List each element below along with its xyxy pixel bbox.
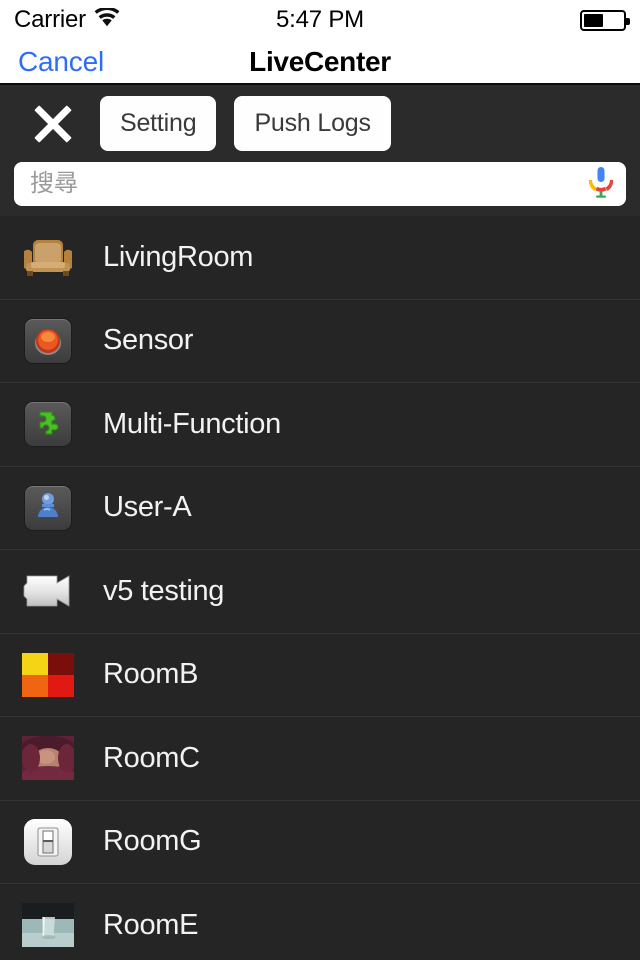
list-item[interactable]: RoomB xyxy=(0,633,640,717)
list-item-icon xyxy=(20,317,75,365)
baby-photo-thumbnail xyxy=(20,734,75,782)
device-list[interactable]: LivingRoom Sensor Multi-Function User-A … xyxy=(0,216,640,960)
battery-icon xyxy=(580,9,630,31)
status-bar-left: Carrier xyxy=(14,6,120,34)
green-puzzle-icon xyxy=(23,401,72,448)
list-item[interactable]: Sensor xyxy=(0,299,640,383)
battery-fill xyxy=(584,13,603,27)
wifi-icon xyxy=(94,6,120,32)
search-field[interactable] xyxy=(14,162,626,206)
blue-user-pawn-icon xyxy=(23,484,72,531)
list-item[interactable]: v5 testing xyxy=(0,550,640,634)
list-item-label: LivingRoom xyxy=(103,240,254,273)
list-item-label: RoomB xyxy=(103,658,199,691)
color-quadrant-thumbnail xyxy=(20,651,75,699)
navigation-bar: Cancel LiveCenter xyxy=(0,40,640,85)
setting-button[interactable]: Setting xyxy=(100,96,217,151)
status-bar-right xyxy=(580,9,630,31)
list-item-icon xyxy=(20,400,75,448)
red-sensor-icon xyxy=(23,317,72,364)
list-item-label: RoomG xyxy=(103,825,202,858)
search-bar-container xyxy=(0,162,640,216)
video-camera-icon xyxy=(20,567,75,615)
list-item-label: Sensor xyxy=(103,324,194,357)
push-logs-button[interactable]: Push Logs xyxy=(234,96,391,151)
list-item-icon xyxy=(20,818,75,866)
list-item-icon xyxy=(20,484,75,532)
list-item-label: RoomC xyxy=(103,741,200,774)
glass-photo-thumbnail xyxy=(20,901,75,949)
list-item[interactable]: Multi-Function xyxy=(0,383,640,467)
list-item[interactable]: LivingRoom xyxy=(0,216,640,300)
list-item-label: Multi-Function xyxy=(103,407,281,440)
status-bar: Carrier 5:47 PM xyxy=(0,0,640,40)
cancel-button[interactable]: Cancel xyxy=(18,46,104,78)
list-item-label: User-A xyxy=(103,491,192,524)
close-icon[interactable] xyxy=(28,99,78,149)
microphone-icon[interactable] xyxy=(588,166,614,203)
list-item-label: v5 testing xyxy=(103,574,225,607)
list-item[interactable]: User-A xyxy=(0,466,640,550)
list-item-label: RoomE xyxy=(103,908,199,941)
list-item[interactable]: RoomE xyxy=(0,884,640,960)
list-item[interactable]: RoomC xyxy=(0,717,640,801)
search-input[interactable] xyxy=(30,170,588,198)
list-item[interactable]: RoomG xyxy=(0,800,640,884)
light-switch-icon xyxy=(23,818,72,865)
armchair-icon xyxy=(20,233,75,281)
toolbar: Setting Push Logs xyxy=(0,85,640,162)
carrier-label: Carrier xyxy=(14,6,86,33)
